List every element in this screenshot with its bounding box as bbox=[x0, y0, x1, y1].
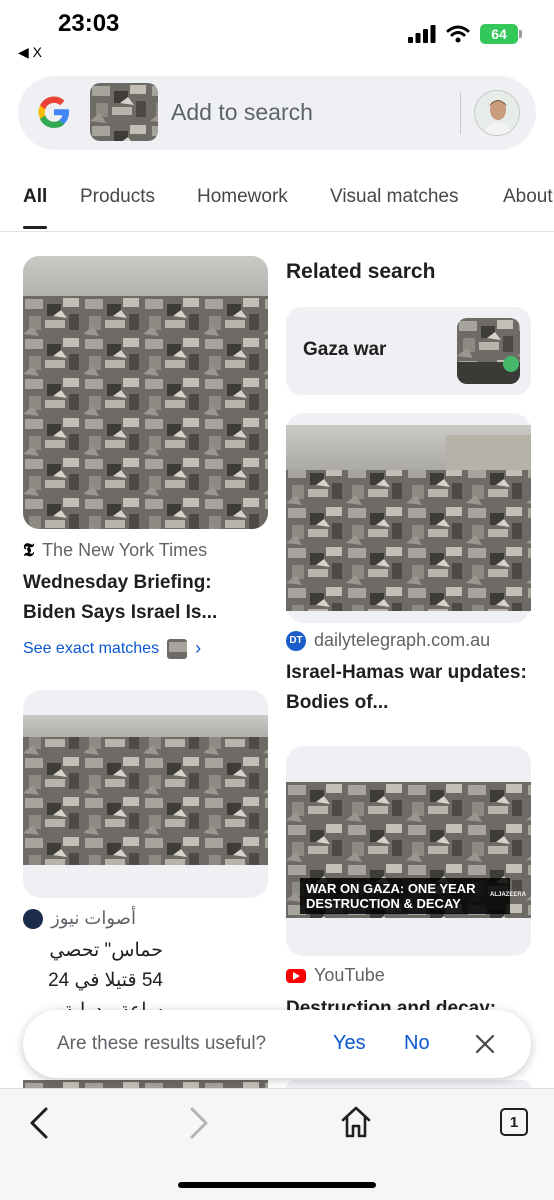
forward-arrow-icon[interactable] bbox=[184, 1105, 212, 1141]
result-source-label: أصوات نيوز bbox=[51, 908, 136, 928]
result-card[interactable] bbox=[286, 413, 531, 623]
tab-products[interactable]: Products bbox=[80, 186, 155, 208]
chevron-right-icon: › bbox=[195, 638, 202, 658]
result-source[interactable]: YouTube bbox=[286, 965, 385, 986]
aswat-news-icon bbox=[23, 908, 43, 929]
status-indicators: 64 bbox=[408, 24, 522, 44]
tab-about[interactable]: About bbox=[503, 186, 553, 208]
result-image[interactable] bbox=[23, 1080, 268, 1088]
google-logo-icon bbox=[38, 96, 69, 128]
browser-toolbar: 1 bbox=[0, 1088, 554, 1200]
feedback-no-button[interactable]: No bbox=[404, 1032, 430, 1055]
related-search-heading: Related search bbox=[286, 260, 436, 283]
result-title[interactable]: Israel-Hamas war updates: Bodies of... bbox=[286, 658, 531, 718]
result-image bbox=[286, 425, 531, 611]
search-bar[interactable]: Add to search bbox=[18, 76, 536, 150]
wifi-icon bbox=[446, 25, 470, 43]
result-image[interactable] bbox=[23, 256, 268, 529]
account-avatar[interactable] bbox=[474, 90, 520, 136]
related-search-card[interactable]: Gaza war bbox=[286, 307, 531, 395]
search-query-image[interactable] bbox=[90, 83, 158, 141]
battery-indicator: 64 bbox=[480, 24, 522, 44]
nyt-logo-icon: 𝕿 bbox=[23, 540, 35, 561]
dailytelegraph-icon: DT bbox=[286, 630, 306, 651]
results-tabs: All Products Homework Visual matches Abo… bbox=[0, 184, 554, 232]
result-title[interactable]: Destruction and decay: bbox=[286, 994, 531, 1010]
status-time: 23:03 bbox=[58, 10, 120, 37]
result-card[interactable] bbox=[23, 690, 268, 898]
result-source[interactable]: أصوات نيوز bbox=[23, 908, 136, 929]
cellular-signal-icon bbox=[408, 25, 436, 43]
result-source-label: The New York Times bbox=[42, 540, 208, 560]
video-caption: WAR ON GAZA: ONE YEAR DESTRUCTION & DECA… bbox=[300, 878, 510, 914]
tab-homework[interactable]: Homework bbox=[197, 186, 288, 208]
related-search-label: Gaza war bbox=[303, 339, 387, 360]
result-source-label: dailytelegraph.com.au bbox=[314, 630, 491, 650]
search-input[interactable]: Add to search bbox=[171, 99, 313, 126]
close-icon[interactable] bbox=[473, 1032, 497, 1056]
back-to-app-link[interactable]: ◀ X bbox=[18, 44, 42, 61]
result-image bbox=[23, 715, 268, 865]
search-divider bbox=[460, 92, 461, 134]
see-exact-matches-link[interactable]: See exact matches › bbox=[23, 638, 201, 659]
tab-all[interactable]: All bbox=[23, 186, 47, 208]
result-source[interactable]: 𝕿 The New York Times bbox=[23, 540, 207, 561]
result-title[interactable]: Wednesday Briefing: Biden Says Israel Is… bbox=[23, 568, 268, 628]
aljazeera-logo: ALJAZEERA bbox=[490, 892, 527, 898]
feedback-question: Are these results useful? bbox=[57, 1033, 267, 1054]
see-exact-matches-label: See exact matches bbox=[23, 639, 160, 657]
result-card[interactable] bbox=[286, 746, 531, 956]
tab-count-button[interactable]: 1 bbox=[500, 1108, 528, 1136]
feedback-yes-button[interactable]: Yes bbox=[333, 1032, 366, 1055]
tab-visual-matches[interactable]: Visual matches bbox=[330, 186, 459, 208]
youtube-icon bbox=[286, 968, 306, 983]
result-source-label: YouTube bbox=[314, 965, 385, 985]
related-search-thumbnail bbox=[457, 318, 520, 384]
result-card[interactable] bbox=[286, 1080, 531, 1088]
feedback-toast: Are these results useful? Yes No bbox=[23, 1010, 531, 1078]
result-source[interactable]: DT dailytelegraph.com.au bbox=[286, 630, 490, 651]
home-indicator bbox=[178, 1182, 376, 1188]
active-tab-indicator bbox=[23, 226, 47, 229]
exact-match-thumbnail bbox=[167, 638, 188, 659]
back-arrow-icon[interactable] bbox=[26, 1105, 54, 1141]
home-icon[interactable] bbox=[340, 1105, 372, 1139]
